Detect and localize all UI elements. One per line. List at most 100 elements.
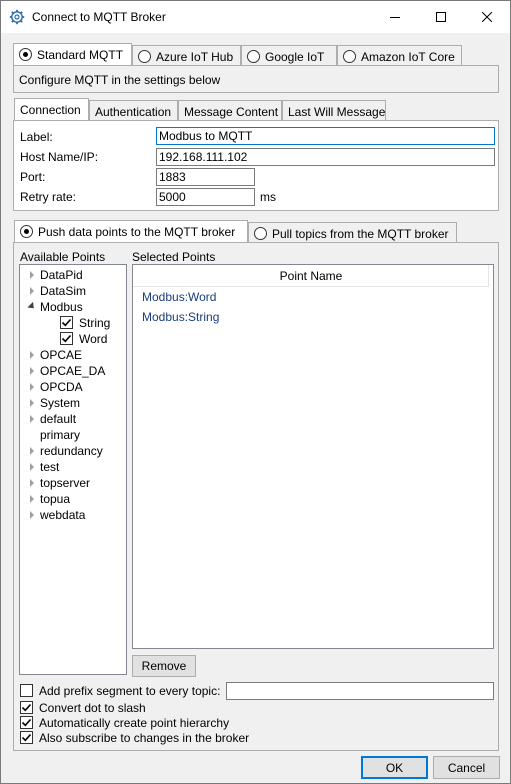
tree-node-primary[interactable]: primary bbox=[20, 427, 126, 443]
hierarchy-option[interactable]: Automatically create point hierarchy bbox=[20, 716, 260, 730]
expand-icon[interactable] bbox=[30, 399, 34, 407]
tree-node-label: System bbox=[40, 396, 81, 410]
tree-node-label: DataSim bbox=[40, 284, 87, 298]
tree-node-opcae-da[interactable]: OPCAE_DA bbox=[20, 363, 126, 379]
tab-label: Message Content bbox=[184, 104, 279, 119]
standard-mqtt-radio[interactable] bbox=[19, 48, 32, 61]
tree-node-redundancy[interactable]: redundancy bbox=[20, 443, 126, 459]
gear-icon bbox=[9, 9, 25, 25]
port-caption: Port: bbox=[20, 170, 46, 184]
expand-icon[interactable] bbox=[30, 463, 34, 471]
tab-authentication[interactable]: Authentication bbox=[89, 100, 178, 122]
expand-icon[interactable] bbox=[30, 367, 34, 375]
tab-amazon-iot-core[interactable]: Amazon IoT Core bbox=[337, 45, 462, 67]
tree-node-label: test bbox=[40, 460, 60, 474]
tree-node-topserver[interactable]: topserver bbox=[20, 475, 126, 491]
tree-node-label: primary bbox=[40, 428, 81, 442]
close-button[interactable] bbox=[464, 1, 510, 33]
tab-message-content[interactable]: Message Content bbox=[178, 100, 282, 122]
tab-standard-mqtt[interactable]: Standard MQTT bbox=[13, 43, 132, 65]
tree-node-opcae[interactable]: OPCAE bbox=[20, 347, 126, 363]
tab-google-iot[interactable]: Google IoT bbox=[241, 45, 337, 67]
tab-last-will-message[interactable]: Last Will Message bbox=[282, 100, 386, 122]
checkmark-icon bbox=[61, 334, 72, 343]
remove-button[interactable]: Remove bbox=[132, 655, 196, 677]
dot-to-slash-option[interactable]: Convert dot to slash bbox=[20, 701, 220, 715]
cancel-button[interactable]: Cancel bbox=[433, 756, 500, 779]
amazon-iot-core-radio[interactable] bbox=[343, 50, 356, 63]
collapse-icon[interactable] bbox=[27, 301, 37, 312]
tree-node-default[interactable]: default bbox=[20, 411, 126, 427]
tree-node-label: OPCAE bbox=[40, 348, 83, 362]
tree-node-string[interactable]: String bbox=[20, 315, 126, 331]
port-input[interactable] bbox=[156, 168, 255, 186]
tree-node-opcda[interactable]: OPCDA bbox=[20, 379, 126, 395]
column-divider[interactable] bbox=[488, 265, 489, 287]
expand-icon[interactable] bbox=[30, 415, 34, 423]
checkmark-icon bbox=[21, 733, 32, 742]
string-checkbox[interactable] bbox=[60, 316, 73, 329]
word-checkbox[interactable] bbox=[60, 332, 73, 345]
hierarchy-label: Automatically create point hierarchy bbox=[39, 716, 230, 730]
label-caption: Label: bbox=[20, 130, 53, 144]
expand-icon[interactable] bbox=[30, 479, 34, 487]
tab-label: Pull topics from the MQTT broker bbox=[272, 226, 449, 241]
tree-node-label: Modbus bbox=[40, 300, 83, 314]
retry-input[interactable] bbox=[156, 188, 255, 206]
expand-icon[interactable] bbox=[30, 447, 34, 455]
tree-node-test[interactable]: test bbox=[20, 459, 126, 475]
close-icon bbox=[482, 12, 492, 22]
tree-node-system[interactable]: System bbox=[20, 395, 126, 411]
tab-push-data-points[interactable]: Push data points to the MQTT broker bbox=[14, 220, 248, 242]
selected-points-list[interactable]: Point Name Modbus:Word Modbus:String bbox=[132, 264, 494, 649]
pull-radio[interactable] bbox=[254, 227, 267, 240]
push-radio[interactable] bbox=[20, 225, 33, 238]
azure-iot-hub-radio[interactable] bbox=[138, 50, 151, 63]
tab-label: Azure IoT Hub bbox=[156, 49, 234, 64]
tab-connection[interactable]: Connection bbox=[14, 98, 89, 120]
subscribe-checkbox[interactable] bbox=[20, 731, 33, 744]
label-input[interactable] bbox=[156, 127, 495, 145]
window-title: Connect to MQTT Broker bbox=[32, 10, 166, 24]
expand-icon[interactable] bbox=[30, 495, 34, 503]
dot-to-slash-checkbox[interactable] bbox=[20, 701, 33, 714]
minimize-button[interactable] bbox=[372, 1, 418, 33]
tree-node-datasim[interactable]: DataSim bbox=[20, 283, 126, 299]
checkmark-icon bbox=[21, 718, 32, 727]
maximize-button[interactable] bbox=[418, 1, 464, 33]
tree-node-label: Word bbox=[79, 332, 108, 346]
tree-node-webdata[interactable]: webdata bbox=[20, 507, 126, 523]
dot-to-slash-label: Convert dot to slash bbox=[39, 701, 146, 715]
expand-icon[interactable] bbox=[30, 511, 34, 519]
tree-node-datapid[interactable]: DataPid bbox=[20, 267, 126, 283]
ok-button[interactable]: OK bbox=[361, 756, 428, 779]
checkmark-icon bbox=[61, 318, 72, 327]
tab-azure-iot-hub[interactable]: Azure IoT Hub bbox=[132, 45, 241, 67]
available-points-tree[interactable]: DataPid DataSim Modbus String Word OPCAE bbox=[19, 264, 127, 675]
tree-node-topua[interactable]: topua bbox=[20, 491, 126, 507]
expand-icon[interactable] bbox=[30, 351, 34, 359]
tree-node-label: webdata bbox=[40, 508, 86, 522]
subscribe-option[interactable]: Also subscribe to changes in the broker bbox=[20, 731, 280, 745]
google-iot-radio[interactable] bbox=[247, 50, 260, 63]
expand-icon[interactable] bbox=[30, 287, 34, 295]
prefix-option[interactable]: Add prefix segment to every topic: bbox=[20, 684, 220, 698]
broker-description: Configure MQTT in the settings below bbox=[19, 73, 221, 87]
prefix-label: Add prefix segment to every topic: bbox=[39, 684, 221, 698]
tree-node-label: OPCDA bbox=[40, 380, 83, 394]
expand-icon[interactable] bbox=[30, 383, 34, 391]
tree-node-label: String bbox=[79, 316, 111, 330]
tree-node-modbus[interactable]: Modbus bbox=[20, 299, 126, 315]
tree-node-word[interactable]: Word bbox=[20, 331, 126, 347]
prefix-checkbox[interactable] bbox=[20, 684, 33, 697]
tab-pull-topics[interactable]: Pull topics from the MQTT broker bbox=[248, 222, 457, 244]
tab-label: Authentication bbox=[95, 104, 172, 119]
hierarchy-checkbox[interactable] bbox=[20, 716, 33, 729]
tree-node-label: default bbox=[40, 412, 77, 426]
prefix-input[interactable] bbox=[226, 682, 494, 700]
list-item[interactable]: Modbus:String bbox=[142, 310, 219, 324]
column-header-point-name[interactable]: Point Name bbox=[133, 265, 489, 287]
list-item[interactable]: Modbus:Word bbox=[142, 290, 216, 304]
host-input[interactable] bbox=[156, 148, 495, 166]
expand-icon[interactable] bbox=[30, 271, 34, 279]
